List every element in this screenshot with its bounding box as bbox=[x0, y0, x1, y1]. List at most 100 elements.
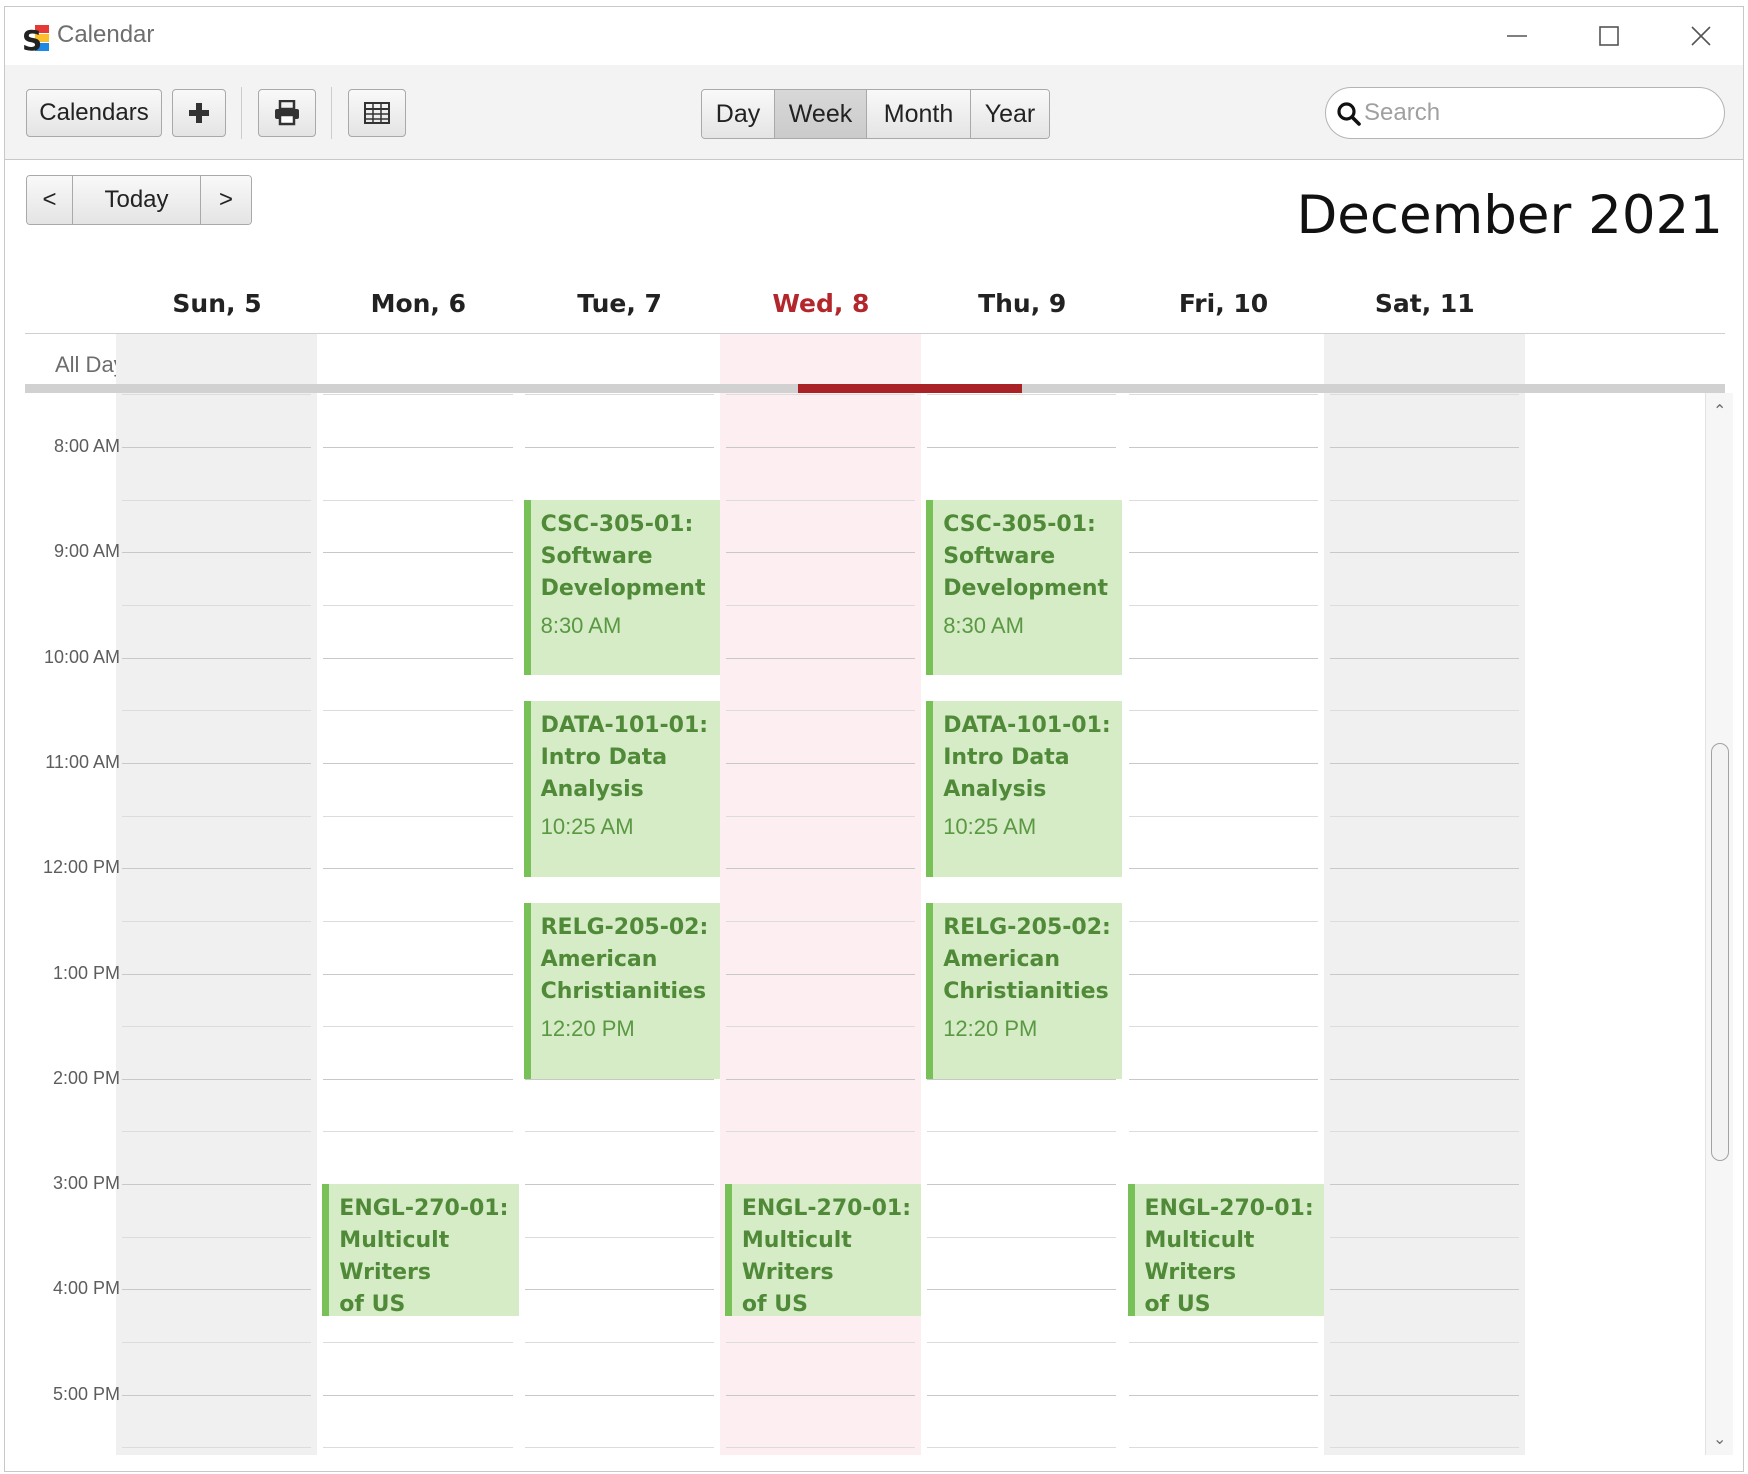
plus-icon bbox=[189, 103, 209, 123]
half-hour-gridline bbox=[1128, 499, 1318, 501]
scroll-down-arrow-icon[interactable]: ⌄ bbox=[1713, 1429, 1726, 1449]
day-header[interactable]: Sat, 11 bbox=[1313, 289, 1537, 318]
event-title-line: ENGL-270-01: bbox=[339, 1196, 509, 1222]
week-grid: 8:00 AM 9:00 AM 10:00 AM 11:00 AM 12:00 PM 1:… bbox=[25, 393, 1705, 1455]
time-label: 3:00 PM bbox=[52, 1173, 120, 1194]
all-day-cell[interactable] bbox=[317, 334, 518, 387]
calendars-button[interactable]: Calendars bbox=[26, 89, 162, 137]
vertical-scrollbar[interactable]: ⌃ ⌄ bbox=[1705, 393, 1733, 1455]
print-button[interactable] bbox=[258, 89, 316, 137]
hour-gridline bbox=[1329, 447, 1520, 448]
calendar-event[interactable]: RELG-205-02: American Christianities 12:20 … bbox=[926, 903, 1123, 1079]
date-navigation: < Today > bbox=[26, 175, 252, 225]
calendar-event[interactable]: CSC-305-01: Software Development 8:30 AM bbox=[523, 499, 720, 676]
time-label: 11:00 AM bbox=[45, 751, 120, 772]
hour-gridline bbox=[122, 447, 312, 448]
search-input[interactable] bbox=[1364, 96, 1704, 130]
close-button[interactable] bbox=[1661, 13, 1741, 59]
calendar-event[interactable]: ENGL-270-01: Multicult Writers of US bbox=[724, 1184, 922, 1316]
event-title-line: RELG-205-02: bbox=[943, 915, 1111, 941]
event-time: 8:30 AM bbox=[540, 612, 622, 638]
table-view-button[interactable] bbox=[348, 89, 406, 137]
event-title-line: Development bbox=[540, 575, 706, 601]
all-day-cell[interactable] bbox=[116, 334, 318, 387]
view-week-button[interactable]: Week bbox=[775, 90, 867, 138]
half-hour-gridline bbox=[1329, 604, 1520, 606]
calendar-event[interactable]: DATA-101-01: Intro Data Analysis 10:25 AM bbox=[523, 701, 720, 877]
view-switcher: Day Week Month Year bbox=[701, 89, 1050, 139]
day-header[interactable]: Mon, 6 bbox=[306, 289, 530, 318]
day-header[interactable]: Tue, 7 bbox=[508, 289, 732, 318]
hour-gridline bbox=[927, 1289, 1117, 1291]
calendar-event[interactable]: CSC-305-01: Software Development 8:30 AM bbox=[926, 499, 1123, 676]
half-hour-gridline bbox=[122, 815, 312, 817]
all-day-cell[interactable] bbox=[519, 334, 720, 387]
half-hour-gridline bbox=[1128, 815, 1318, 817]
all-day-cell[interactable] bbox=[1323, 334, 1526, 387]
calendar-event[interactable]: ENGL-270-01: Multicult Writers of US bbox=[1127, 1184, 1324, 1316]
half-hour-gridline bbox=[323, 815, 513, 817]
half-hour-gridline bbox=[1128, 710, 1318, 712]
day-header[interactable]: Fri, 10 bbox=[1112, 289, 1336, 318]
half-hour-gridline bbox=[1128, 1447, 1318, 1449]
hour-gridline bbox=[524, 1289, 714, 1291]
half-hour-gridline bbox=[725, 920, 916, 922]
hour-gridline bbox=[1128, 762, 1318, 764]
hour-gridline bbox=[927, 1078, 1117, 1080]
view-month-button[interactable]: Month bbox=[867, 90, 971, 138]
title-bar: S Calendar bbox=[5, 7, 1743, 65]
view-day-button[interactable]: Day bbox=[702, 90, 775, 138]
half-hour-gridline bbox=[122, 710, 312, 712]
hour-gridline bbox=[725, 447, 916, 448]
scroll-up-arrow-icon[interactable]: ⌃ bbox=[1713, 401, 1726, 421]
hour-gridline bbox=[725, 973, 916, 975]
calendar-event[interactable]: RELG-205-02: American Christianities 12:20 … bbox=[523, 903, 720, 1079]
day-header[interactable]: Sun, 5 bbox=[105, 289, 329, 318]
search-icon bbox=[1337, 102, 1361, 126]
hour-gridline bbox=[323, 762, 513, 764]
all-day-cell[interactable] bbox=[1123, 334, 1324, 387]
event-time: 10:25 AM bbox=[943, 814, 1037, 840]
hour-gridline bbox=[122, 552, 312, 554]
hour-gridline bbox=[1329, 868, 1520, 870]
hour-gridline bbox=[122, 1078, 312, 1080]
day-header[interactable]: Wed, 8 bbox=[709, 289, 933, 318]
half-hour-gridline bbox=[122, 920, 312, 922]
half-hour-gridline bbox=[927, 1342, 1117, 1344]
month-year-title: December 2021 bbox=[1296, 185, 1723, 246]
hour-gridline bbox=[1329, 1394, 1520, 1396]
half-hour-gridline bbox=[323, 394, 513, 396]
half-hour-gridline bbox=[927, 1236, 1117, 1238]
scroll-thumb[interactable] bbox=[1711, 743, 1729, 1161]
hour-gridline bbox=[524, 447, 714, 448]
half-hour-gridline bbox=[1128, 1131, 1318, 1133]
calendar-event[interactable]: DATA-101-01: Intro Data Analysis 10:25 AM bbox=[926, 701, 1123, 877]
event-title-line: ENGL-270-01: bbox=[1144, 1196, 1314, 1222]
half-hour-gridline bbox=[122, 394, 312, 396]
today-button[interactable]: Today bbox=[73, 176, 201, 224]
half-hour-gridline bbox=[323, 710, 513, 712]
svg-text:S: S bbox=[22, 24, 42, 53]
all-day-cell[interactable] bbox=[719, 334, 922, 387]
event-time: 12:20 PM bbox=[540, 1016, 635, 1042]
event-time: 12:20 PM bbox=[943, 1016, 1038, 1042]
view-year-button[interactable]: Year bbox=[971, 90, 1049, 138]
window-title: Calendar bbox=[57, 21, 155, 48]
half-hour-gridline bbox=[725, 710, 916, 712]
next-week-button[interactable]: > bbox=[201, 176, 251, 224]
minimize-button[interactable] bbox=[1477, 13, 1557, 59]
day-header[interactable]: Thu, 9 bbox=[910, 289, 1134, 318]
previous-week-button[interactable]: < bbox=[27, 176, 73, 224]
hour-gridline bbox=[122, 1289, 312, 1291]
hour-gridline bbox=[122, 762, 312, 764]
calendar-event[interactable]: ENGL-270-01: Multicult Writers of US bbox=[322, 1184, 519, 1316]
all-day-cell[interactable] bbox=[921, 334, 1122, 387]
hour-gridline bbox=[927, 447, 1117, 448]
hour-gridline bbox=[524, 1078, 714, 1080]
maximize-button[interactable] bbox=[1569, 13, 1649, 59]
hour-gridline bbox=[725, 762, 916, 764]
toolbar-separator bbox=[241, 87, 242, 139]
add-button[interactable] bbox=[172, 89, 226, 137]
event-title-line: Christianities bbox=[540, 979, 707, 1005]
hour-gridline bbox=[927, 1184, 1117, 1186]
